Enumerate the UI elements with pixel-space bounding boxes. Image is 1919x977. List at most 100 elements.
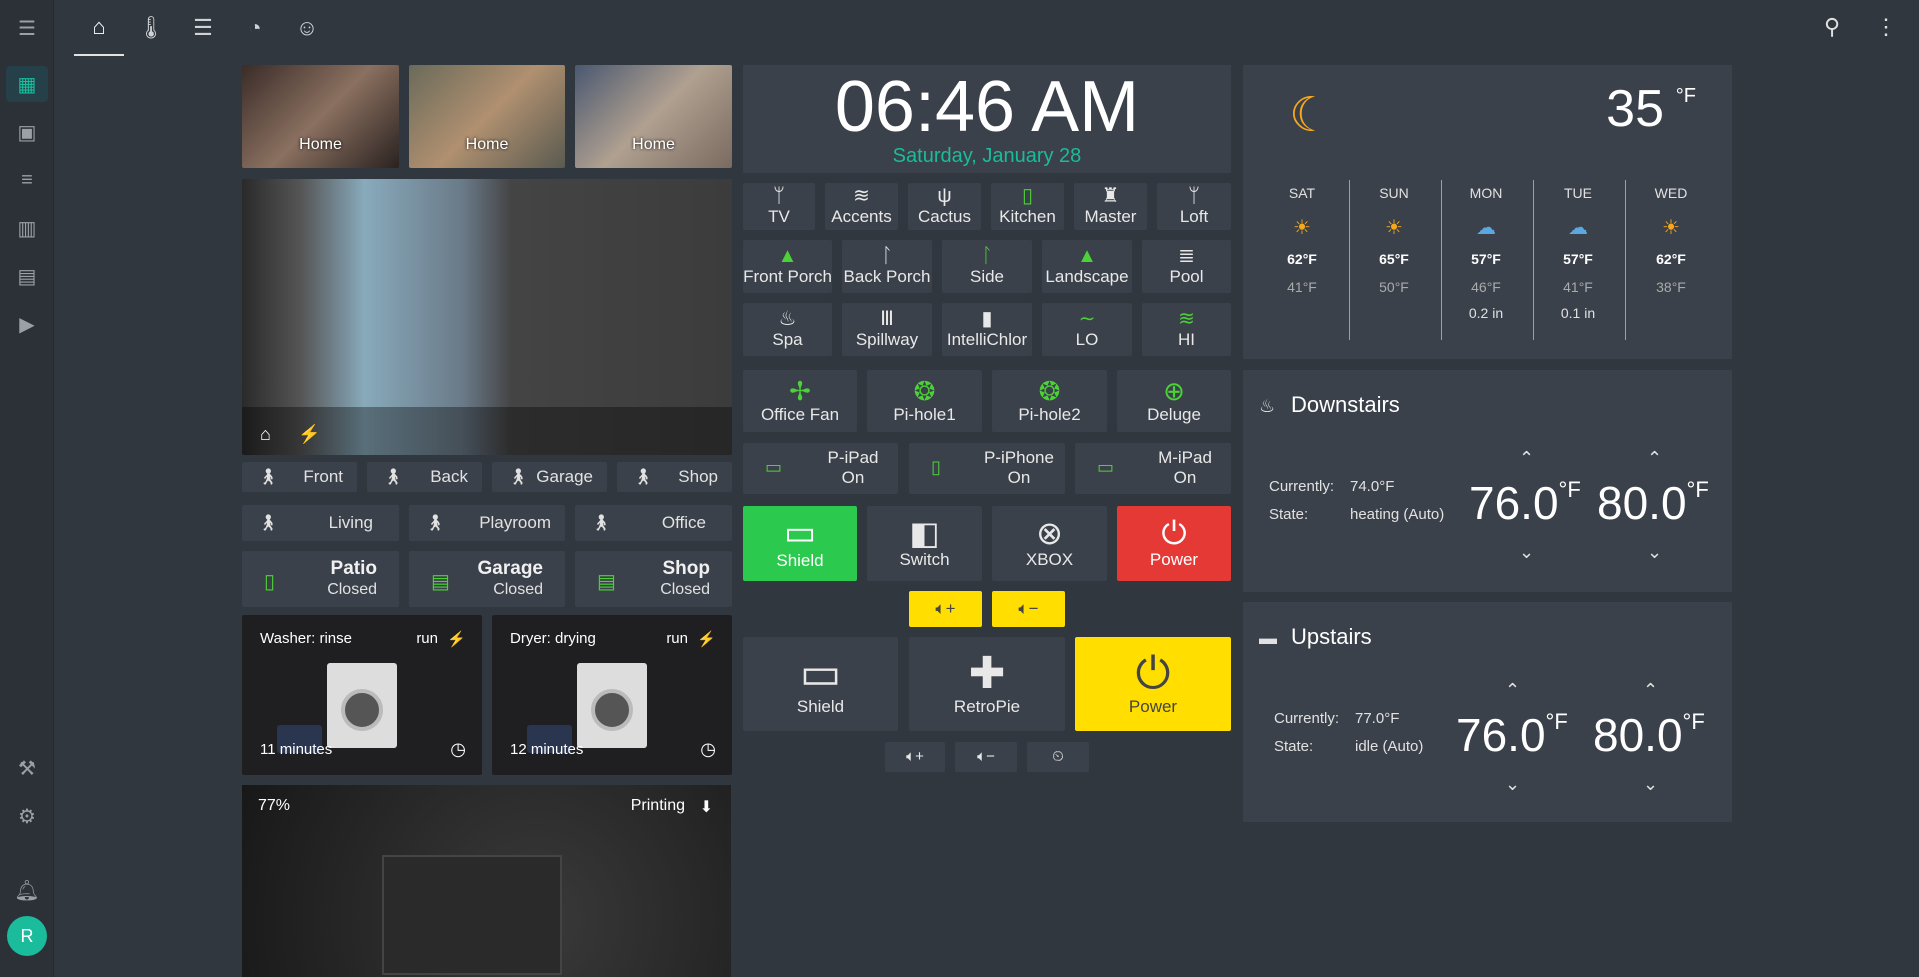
list-icon[interactable]: ≡ (0, 160, 54, 200)
light-tv[interactable]: ᛘ TV (743, 183, 815, 230)
light-back-porch[interactable]: ᛚ Back Porch (842, 240, 932, 293)
light-kitchen[interactable]: ▯ Kitchen (991, 183, 1064, 230)
light-pool[interactable]: ≣ Pool (1142, 240, 1231, 293)
setpoint-unit: °F (1686, 477, 1709, 502)
camera-tile[interactable]: Home (409, 65, 565, 168)
avatar[interactable]: R (7, 916, 47, 956)
pool-spa[interactable]: ♨ Spa (743, 303, 832, 356)
light-landscape[interactable]: ▲ Landscape (1042, 240, 1132, 293)
tracker-p-iphone[interactable]: ▯ P-iPhone On (909, 443, 1065, 494)
chevron-down-icon[interactable]: ⌄ (1505, 774, 1520, 795)
room-office[interactable]: 🚶︎ Office (575, 505, 732, 541)
room-living[interactable]: 🚶︎ Living (242, 505, 399, 541)
tab-robot[interactable]: ☺ (282, 0, 332, 56)
media-icon[interactable]: ▶ (0, 304, 54, 344)
volume-up-button[interactable]: 🔈︎+ (909, 591, 982, 627)
media-switch[interactable]: ◧ Switch (867, 506, 982, 581)
doorbell-camera[interactable]: ⌂ ⚡ (242, 179, 732, 455)
camera-label: Home (632, 136, 675, 153)
camera-tile[interactable]: Home (575, 65, 732, 168)
light-side[interactable]: ᛚ Side (942, 240, 1032, 293)
light-accents[interactable]: ≋ Accents (825, 183, 898, 230)
device-pi-hole1[interactable]: ❂ Pi-hole1 (867, 370, 982, 432)
device-label: Pi-hole1 (893, 404, 956, 424)
chevron-down-icon[interactable]: ⌄ (1647, 542, 1662, 563)
weather-card[interactable]: ☾ 35 °F SAT ☀ 62°F 41°F SUN ☀ 65°F 50°F … (1243, 65, 1732, 359)
day-low: 50°F (1379, 279, 1409, 295)
volume-up-button[interactable]: 🔈︎+ (885, 742, 945, 772)
bell-icon[interactable]: 🔔︎ (0, 870, 54, 910)
door-garage[interactable]: ▤ Garage Closed (409, 551, 565, 607)
motion-back[interactable]: 🚶︎ Back (367, 462, 482, 492)
settings-icon[interactable]: ⚙ (0, 796, 54, 836)
light-loft[interactable]: ᛘ Loft (1157, 183, 1231, 230)
chevron-up-icon[interactable]: ⌃ (1643, 680, 1658, 701)
light-front-porch[interactable]: ▲ Front Porch (743, 240, 832, 293)
sleep-timer-button[interactable]: ⏲ (1027, 742, 1089, 772)
dryer-card[interactable]: Dryer: drying run ⚡ 12 minutes ◷ (492, 615, 732, 775)
device-office-fan[interactable]: ✢ Office Fan (743, 370, 857, 432)
light-cactus[interactable]: ψ Cactus (908, 183, 981, 230)
high-setpoint: 80.0°F (1597, 476, 1709, 530)
menu-icon[interactable]: ☰ (0, 8, 54, 48)
low-setpoint-value: 76.0 (1469, 477, 1559, 529)
device-pi-hole2[interactable]: ❂ Pi-hole2 (992, 370, 1107, 432)
washer-card[interactable]: Washer: rinse run ⚡ 11 minutes ◷ (242, 615, 482, 775)
media-shield[interactable]: ▭ Shield (743, 506, 857, 581)
media-xbox[interactable]: ⊗ XBOX (992, 506, 1107, 581)
room-label: Living (328, 513, 373, 532)
pool-lo[interactable]: ∼ LO (1042, 303, 1132, 356)
store-icon[interactable]: ▤ (0, 256, 54, 296)
chevron-up-icon[interactable]: ⌃ (1647, 448, 1662, 469)
motion-shop[interactable]: 🚶︎ Shop (617, 462, 732, 492)
timer-icon: ◷ (700, 739, 716, 759)
camera-tile[interactable]: Home (242, 65, 399, 168)
motion-front[interactable]: 🚶︎ Front (242, 462, 357, 492)
chevron-down-icon[interactable]: ⌄ (1519, 542, 1534, 563)
pool-intellichlor[interactable]: ▮ IntelliChlor (942, 303, 1032, 356)
pool-hi[interactable]: ≋ HI (1142, 303, 1231, 356)
door-title: Patio (330, 558, 377, 579)
day-name: SUN (1379, 185, 1409, 201)
light-master[interactable]: ♜ Master (1074, 183, 1147, 230)
chevron-up-icon[interactable]: ⌃ (1519, 448, 1534, 469)
tracker-p-ipad[interactable]: ▭ P-iPad On (743, 443, 898, 494)
tab-server[interactable]: ☰ (178, 0, 228, 56)
tab-home[interactable]: ⌂ (74, 0, 124, 56)
forecast-day: SAT ☀ 62°F 41°F (1257, 185, 1347, 295)
dryer-image (577, 663, 647, 748)
chevron-down-icon[interactable]: ⌄ (1643, 774, 1658, 795)
hammer-icon[interactable]: ⚒ (0, 748, 54, 788)
door-patio[interactable]: ▯ Patio Closed (242, 551, 399, 607)
day-high: 62°F (1656, 251, 1686, 267)
chart-icon[interactable]: ▥ (0, 208, 54, 248)
tracker-m-ipad[interactable]: ▭ M-iPad On (1075, 443, 1231, 494)
volume-down-button[interactable]: 🔈︎− (992, 591, 1065, 627)
volume-down-button[interactable]: 🔈︎− (955, 742, 1017, 772)
media2-retropie[interactable]: ✚ RetroPie (909, 637, 1065, 731)
tab-thermostat[interactable]: 🌡︎ (126, 0, 176, 56)
media2-power[interactable]: ⏻ Power (1075, 637, 1231, 731)
media2-shield[interactable]: ▭ Shield (743, 637, 898, 731)
person-card-icon[interactable]: ▣ (0, 112, 54, 152)
led-strip-icon: ≋ (853, 185, 870, 208)
home-icon[interactable]: ⌂ (260, 424, 271, 445)
device-deluge[interactable]: ⊕ Deluge (1117, 370, 1231, 432)
pool-spillway[interactable]: Ⅲ Spillway (842, 303, 932, 356)
dashboard-icon[interactable]: ▦ (0, 64, 54, 104)
temp-unit: °F (1675, 85, 1696, 107)
motion-off-icon[interactable]: ⚡ (298, 424, 320, 445)
door-shop[interactable]: ▤ Shop Closed (575, 551, 732, 607)
more-vert-icon[interactable]: ⋮ (1875, 14, 1897, 40)
spray-bottle-icon: ▮ (981, 308, 993, 331)
room-playroom[interactable]: 🚶︎ Playroom (409, 505, 565, 541)
chevron-up-icon[interactable]: ⌃ (1505, 680, 1520, 701)
search-icon[interactable]: ⚲ (1824, 14, 1840, 40)
setpoint-unit: °F (1545, 709, 1568, 734)
printer-progress: 77% (258, 797, 291, 814)
tab-gauge[interactable]: ◔ (230, 0, 280, 56)
printer-card[interactable]: 77% Printing ⬇ (242, 785, 731, 977)
media-power[interactable]: ⏻ Power (1117, 506, 1231, 581)
motion-garage[interactable]: 🚶︎ Garage (492, 462, 607, 492)
current-temp: 74.0°F (1350, 478, 1395, 495)
